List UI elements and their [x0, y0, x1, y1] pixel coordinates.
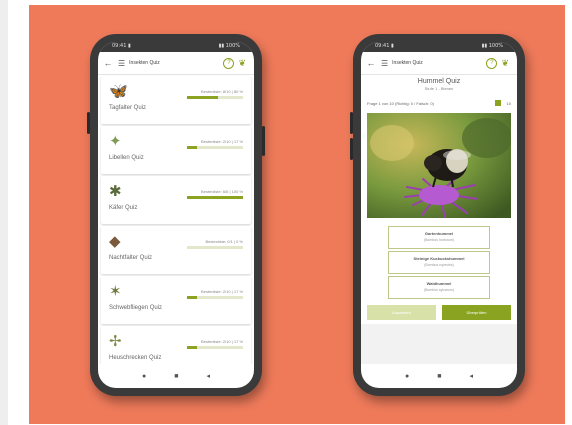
quiz-card-schwebfliegen[interactable]: ✶ Schwebfliegen Quiz Bestenliste: 2/10 |… [101, 276, 251, 324]
volume-button [350, 138, 353, 160]
progress-fill [187, 296, 198, 299]
progress-bar [187, 296, 243, 299]
navigation-bar: ● ■ ◂ [361, 364, 517, 388]
answer-option-1[interactable]: Gartenhummel (Bombus hortorum) [388, 226, 490, 249]
progress-fill [187, 346, 198, 349]
quiz-label: Libellen Quiz [109, 155, 144, 161]
status-bar: 09:41 ▮ ▮▮ 100% [361, 42, 517, 52]
progress-fill [187, 196, 243, 199]
quiz-score: Bestenliste: 2/10 | 17 % [201, 289, 243, 294]
status-time: 09:41 ▮ [112, 43, 131, 49]
recent-apps-button[interactable]: ● [405, 373, 409, 380]
status-time: 09:41 ▮ [375, 43, 394, 49]
quiz-label: Tagfalter Quiz [109, 105, 147, 111]
bumblebee-on-thistle-image [367, 113, 511, 218]
empty-area [361, 324, 517, 364]
camera-notch [131, 42, 221, 52]
answer-name: Waldhummel [426, 281, 452, 286]
help-icon[interactable]: ? [223, 57, 235, 69]
check-button[interactable]: Überprüfen [442, 305, 511, 320]
answer-latin: (Bombus sylvarum) [423, 288, 455, 292]
quiz-label: Schwebfliegen Quiz [109, 305, 163, 311]
question-count: 10 [506, 101, 511, 106]
leaf-icon[interactable]: ❦ [238, 58, 246, 69]
progress-bar [187, 346, 243, 349]
quiz-subtitle: Stufe 1 - Bienen [424, 86, 454, 91]
quiz-score: Bestenliste: 8/10 | 80 % [201, 89, 243, 94]
app-bar: ← ☰ Insekten Quiz ? ❦ [98, 52, 254, 75]
leaf-icon[interactable]: ❦ [501, 58, 509, 69]
screen: 09:41 ▮ ▮▮ 100% ← ☰ Insekten Quiz ? ❦ Hu… [361, 42, 517, 388]
quiz-list: 🦋 Tagfalter Quiz Bestenliste: 8/10 | 80 … [98, 75, 254, 364]
menu-icon[interactable]: ☰ [381, 59, 388, 68]
evaluate-button[interactable]: Auswerten [367, 305, 436, 320]
answer-option-2[interactable]: Steinige Kuckuckshummel (Bombus rupestri… [388, 251, 490, 274]
question-progress-text: Frage 1 von 10 (Richtig: 0 / Falsch: 0) [367, 101, 434, 106]
back-arrow-icon[interactable]: ← [361, 58, 381, 68]
app-title: Insekten Quiz [129, 60, 160, 66]
background-strip [0, 0, 8, 425]
progress-fill [187, 146, 198, 149]
back-arrow-icon[interactable]: ← [98, 58, 118, 68]
help-icon[interactable]: ? [486, 57, 498, 69]
progress-bar [187, 196, 243, 199]
answer-latin: (Bombus hortorum) [423, 238, 455, 242]
moth-icon: ◆ [109, 233, 121, 250]
app-title: Insekten Quiz [392, 60, 423, 66]
quiz-score: Bestenliste: 0/1 | 0 % [205, 239, 243, 244]
quiz-card-kaefer[interactable]: ✱ Käfer Quiz Bestenliste: 6/6 | 100 % [101, 176, 251, 224]
volume-button [350, 112, 353, 134]
menu-icon[interactable]: ☰ [118, 59, 125, 68]
quiz-score: Bestenliste: 2/10 | 17 % [201, 339, 243, 344]
action-buttons: Auswerten Überprüfen [367, 305, 511, 320]
showcase-panel: 09:41 ▮ ▮▮ 100% ← ☰ Insekten Quiz ? ❦ 🦋 … [29, 5, 565, 424]
answer-latin: (Bombus rupestris) [424, 263, 454, 267]
progress-bar [187, 246, 243, 249]
app-bar: ← ☰ Insekten Quiz ? ❦ [361, 52, 517, 75]
question-line: Frage 1 von 10 (Richtig: 0 / Falsch: 0) … [367, 100, 511, 109]
beetle-icon: ✱ [109, 183, 122, 200]
home-button[interactable]: ■ [174, 373, 178, 380]
answer-option-3[interactable]: Waldhummel (Bombus sylvarum) [388, 276, 490, 299]
quiz-score: Bestenliste: 2/10 | 17 % [201, 139, 243, 144]
hoverfly-icon: ✶ [109, 283, 122, 300]
progress-bar [187, 96, 243, 99]
butterfly-icon: 🦋 [109, 83, 128, 100]
grasshopper-icon: ✢ [109, 333, 122, 350]
quiz-card-libellen[interactable]: ✦ Libellen Quiz Bestenliste: 2/10 | 17 % [101, 126, 251, 174]
answer-options: Gartenhummel (Bombus hortorum) Steinige … [388, 226, 490, 301]
quiz-label: Käfer Quiz [109, 205, 138, 211]
quiz-label: Nachtfalter Quiz [109, 255, 153, 261]
back-button[interactable]: ◂ [469, 372, 473, 380]
answer-name: Steinige Kuckuckshummel [413, 256, 465, 261]
quiz-score: Bestenliste: 6/6 | 100 % [201, 189, 243, 194]
quiz-label: Heuschrecken Quiz [109, 355, 162, 361]
power-button [262, 126, 265, 156]
screen: 09:41 ▮ ▮▮ 100% ← ☰ Insekten Quiz ? ❦ 🦋 … [98, 42, 254, 388]
status-bar: 09:41 ▮ ▮▮ 100% [98, 42, 254, 52]
answer-name: Gartenhummel [424, 231, 454, 236]
phone-quiz-question: 09:41 ▮ ▮▮ 100% ← ☰ Insekten Quiz ? ❦ Hu… [350, 34, 525, 396]
progress-bar [187, 146, 243, 149]
quiz-title: Hummel Quiz [417, 78, 461, 85]
checkbox-icon [495, 100, 501, 106]
recent-apps-button[interactable]: ● [142, 373, 146, 380]
quiz-card-heuschrecken[interactable]: ✢ Heuschrecken Quiz Bestenliste: 2/10 | … [101, 326, 251, 364]
progress-fill [187, 96, 218, 99]
home-button[interactable]: ■ [437, 373, 441, 380]
status-battery: ▮▮ 100% [481, 43, 503, 49]
quiz-card-tagfalter[interactable]: 🦋 Tagfalter Quiz Bestenliste: 8/10 | 80 … [101, 76, 251, 124]
phone-quiz-list: 09:41 ▮ ▮▮ 100% ← ☰ Insekten Quiz ? ❦ 🦋 … [87, 34, 265, 396]
camera-notch [394, 42, 484, 52]
navigation-bar: ● ■ ◂ [98, 364, 254, 388]
quiz-header: Hummel Quiz Stufe 1 - Bienen [361, 75, 517, 91]
status-battery: ▮▮ 100% [218, 43, 240, 49]
dragonfly-icon: ✦ [109, 133, 122, 150]
bumblebee-photo [367, 113, 511, 218]
back-button[interactable]: ◂ [206, 372, 210, 380]
volume-button [87, 112, 90, 134]
quiz-card-nachtfalter[interactable]: ◆ Nachtfalter Quiz Bestenliste: 0/1 | 0 … [101, 226, 251, 274]
